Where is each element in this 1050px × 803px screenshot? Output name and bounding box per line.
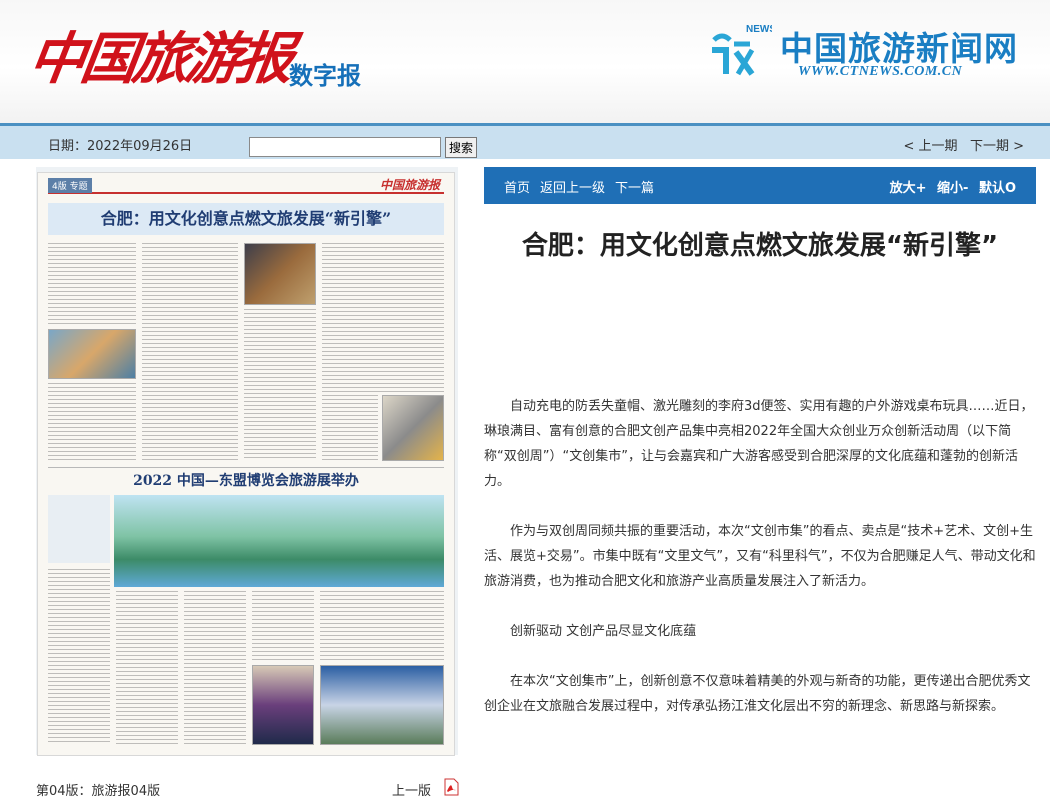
search-button[interactable]: 搜索	[445, 137, 477, 158]
paper-photo[interactable]	[48, 329, 136, 379]
paper-text-column[interactable]	[252, 591, 314, 661]
article-body: 自动充电的防丢失童帽、激光雕刻的李府3d便签、实用有趣的户外游戏桌布玩具……近日…	[484, 394, 1036, 744]
font-size-tools: 放大+ 缩小- 默认O	[884, 177, 1016, 196]
article-paragraph: 自动充电的防丢失童帽、激光雕刻的李府3d便签、实用有趣的户外游戏桌布玩具……近日…	[484, 399, 1034, 489]
date-search-bar: 日期：2022年09月26日 搜索 < 上一期 下一期 >	[0, 123, 1050, 159]
paper-text-column[interactable]	[48, 569, 110, 745]
next-article-link[interactable]: 下一篇	[615, 181, 654, 196]
date-label: 日期：	[48, 139, 88, 154]
paper-text-column[interactable]	[48, 383, 136, 461]
paper-edition-tag: 4版 专题	[48, 178, 92, 193]
page-label: 第04版：旅游报04版	[36, 784, 161, 799]
paper-page-header: 4版 专题 中国旅游报	[48, 178, 444, 194]
issue-date: 日期：2022年09月26日	[48, 135, 192, 154]
article-title: 合肥：用文化创意点燃文旅发展“新引擎”	[521, 231, 999, 261]
site-name[interactable]: 中国旅游新闻网	[780, 22, 1018, 70]
ctnews-logo-icon[interactable]: NEWS	[708, 20, 772, 80]
paper-logo: 中国旅游报	[379, 178, 440, 192]
article-paragraph: 作为与双创周同频共振的重要活动，本次“文创市集”的看点、卖点是“技术+艺术、文创…	[484, 524, 1036, 589]
paper-text-column[interactable]	[320, 591, 444, 661]
paper-banner-photo[interactable]	[114, 495, 444, 587]
paper-photo[interactable]	[382, 395, 444, 461]
search-input[interactable]	[249, 137, 441, 157]
paper-photo[interactable]	[320, 665, 444, 745]
newspaper-logo[interactable]: 中国旅游报	[24, 14, 295, 95]
paper-headline-hefei[interactable]: 合肥：用文化创意点燃文旅发展“新引擎”	[48, 203, 444, 235]
back-link[interactable]: 返回上一级	[540, 181, 605, 196]
article-toolbar: 首页 返回上一级 下一篇 放大+ 缩小- 默认O	[484, 167, 1036, 204]
paper-text-column[interactable]	[322, 395, 378, 461]
site-header: 中国旅游报 数字报 NEWS 中国旅游新闻网 WWW.CTNEWS.COM.CN	[0, 0, 1050, 123]
paper-text-column[interactable]	[48, 243, 136, 327]
article-nav: 首页 返回上一级 下一篇	[504, 177, 664, 196]
page-footer: 第04版：旅游报04版 上一版	[36, 777, 459, 801]
pdf-icon[interactable]	[443, 778, 459, 796]
digital-edition-label: 数字报	[289, 63, 361, 90]
paper-text-column[interactable]	[116, 591, 178, 745]
article-paragraph: 在本次“文创集市”上，创新创意不仅意味着精美的外观与新奇的功能，更传递出合肥优秀…	[484, 674, 1031, 714]
issue-nav: < 上一期 下一期 >	[904, 135, 1024, 154]
paper-text-column[interactable]	[142, 243, 238, 461]
paper-text-column[interactable]	[322, 243, 444, 393]
paper-photo[interactable]	[244, 243, 316, 305]
zoom-in-button[interactable]: 放大+	[890, 181, 927, 196]
date-value: 2022年09月26日	[87, 139, 193, 154]
home-link[interactable]: 首页	[504, 181, 530, 196]
paper-sidebar-box[interactable]	[48, 495, 110, 563]
paper-photo[interactable]	[252, 665, 314, 745]
paper-text-column[interactable]	[244, 309, 316, 461]
article-subheading: 创新驱动 文创产品尽显文化底蕴	[510, 624, 697, 639]
newspaper-page-image[interactable]: 4版 专题 中国旅游报 合肥：用文化创意点燃文旅发展“新引擎” 2022 中国—…	[37, 172, 455, 756]
prev-issue-link[interactable]: < 上一期	[904, 139, 958, 154]
site-url[interactable]: WWW.CTNEWS.COM.CN	[798, 64, 962, 80]
paper-text-column[interactable]	[184, 591, 246, 745]
zoom-out-button[interactable]: 缩小-	[937, 181, 968, 196]
prev-page-link[interactable]: 上一版	[392, 780, 431, 799]
default-size-button[interactable]: 默认O	[979, 181, 1016, 196]
news-badge: NEWS	[746, 24, 772, 35]
paper-headline-asean[interactable]: 2022 中国—东盟博览会旅游展举办	[48, 467, 444, 493]
next-issue-link[interactable]: 下一期 >	[970, 139, 1024, 154]
